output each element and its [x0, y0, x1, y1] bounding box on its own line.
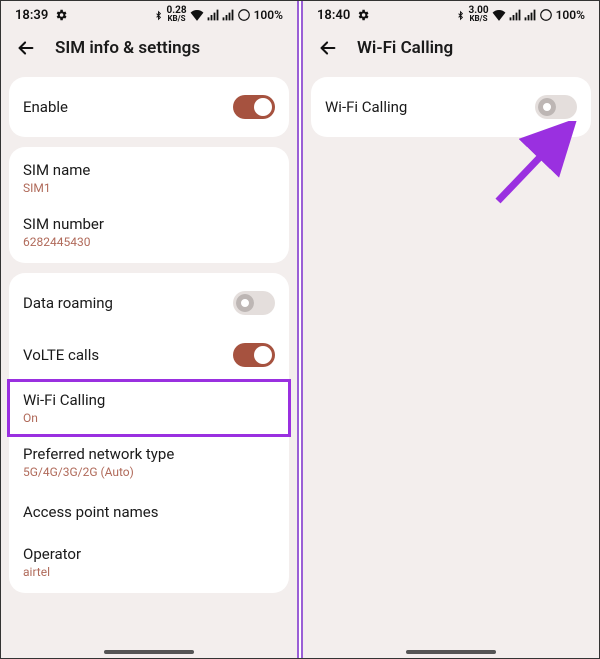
row-apn[interactable]: Access point names — [9, 489, 289, 535]
row-data-roaming[interactable]: Data roaming — [9, 277, 289, 329]
enable-label: Enable — [23, 98, 68, 116]
sim-name-label: SIM name — [23, 161, 90, 179]
card-enable: Enable — [9, 77, 289, 137]
data-speed: 3.00 KB/S — [468, 7, 488, 23]
operator-value: airtel — [23, 565, 81, 579]
row-wifi-calling[interactable]: Wi-Fi Calling On — [9, 381, 289, 435]
page-title: Wi-Fi Calling — [357, 38, 453, 58]
roaming-label: Data roaming — [23, 294, 113, 312]
signal1-icon — [509, 9, 521, 21]
status-time: 18:39 — [15, 8, 48, 23]
sim-name-value: SIM1 — [23, 181, 90, 195]
row-wifi-calling[interactable]: Wi-Fi Calling — [311, 81, 591, 133]
row-volte[interactable]: VoLTE calls — [9, 329, 289, 381]
status-bar: 18:39 0.28 KB/S — [1, 1, 297, 27]
page-header: Wi-Fi Calling — [303, 27, 599, 77]
pref-net-label: Preferred network type — [23, 445, 174, 463]
status-bar: 18:40 3.00 KB/S — [303, 1, 599, 27]
apn-label: Access point names — [23, 503, 158, 521]
battery-percent: 100% — [556, 8, 585, 22]
signal1-icon — [207, 9, 219, 21]
wifi-calling-label: Wi-Fi Calling — [325, 98, 407, 116]
roaming-toggle[interactable] — [233, 291, 275, 315]
bluetooth-icon — [154, 9, 163, 22]
gear-icon — [356, 8, 370, 22]
enable-toggle[interactable] — [233, 95, 275, 119]
battery-percent: 100% — [254, 8, 283, 22]
operator-label: Operator — [23, 545, 81, 563]
page-header: SIM info & settings — [1, 27, 297, 77]
battery-icon — [237, 8, 251, 22]
bluetooth-icon — [456, 9, 465, 22]
card-network: Data roaming VoLTE calls Wi-Fi Calling O… — [9, 273, 289, 593]
wifi-icon — [492, 9, 506, 21]
nav-pill[interactable] — [406, 650, 496, 654]
status-time: 18:40 — [317, 8, 350, 23]
gear-icon — [54, 8, 68, 22]
signal2-icon — [222, 9, 234, 21]
sim-number-label: SIM number — [23, 215, 104, 233]
wifi-calling-toggle[interactable] — [535, 95, 577, 119]
back-icon[interactable] — [317, 37, 339, 59]
phone-left: 18:39 0.28 KB/S — [1, 1, 299, 658]
pref-net-value: 5G/4G/3G/2G (Auto) — [23, 465, 174, 479]
wifi-icon — [190, 9, 204, 21]
sim-number-value: 6282445430 — [23, 235, 104, 249]
card-sim: SIM name SIM1 SIM number 6282445430 — [9, 147, 289, 263]
wifi-calling-status: On — [23, 411, 105, 425]
back-icon[interactable] — [15, 37, 37, 59]
row-operator[interactable]: Operator airtel — [9, 535, 289, 589]
page-title: SIM info & settings — [55, 38, 200, 58]
phone-right: 18:40 3.00 KB/S — [301, 1, 599, 658]
battery-icon — [539, 8, 553, 22]
volte-toggle[interactable] — [233, 343, 275, 367]
row-sim-number[interactable]: SIM number 6282445430 — [9, 205, 289, 259]
row-enable[interactable]: Enable — [9, 81, 289, 133]
nav-pill[interactable] — [104, 650, 194, 654]
wifi-calling-label: Wi-Fi Calling — [23, 391, 105, 409]
volte-label: VoLTE calls — [23, 346, 99, 364]
card-wifi-calling: Wi-Fi Calling — [311, 77, 591, 137]
row-preferred-network[interactable]: Preferred network type 5G/4G/3G/2G (Auto… — [9, 435, 289, 489]
signal2-icon — [524, 9, 536, 21]
row-sim-name[interactable]: SIM name SIM1 — [9, 151, 289, 205]
data-speed: 0.28 KB/S — [166, 7, 186, 23]
